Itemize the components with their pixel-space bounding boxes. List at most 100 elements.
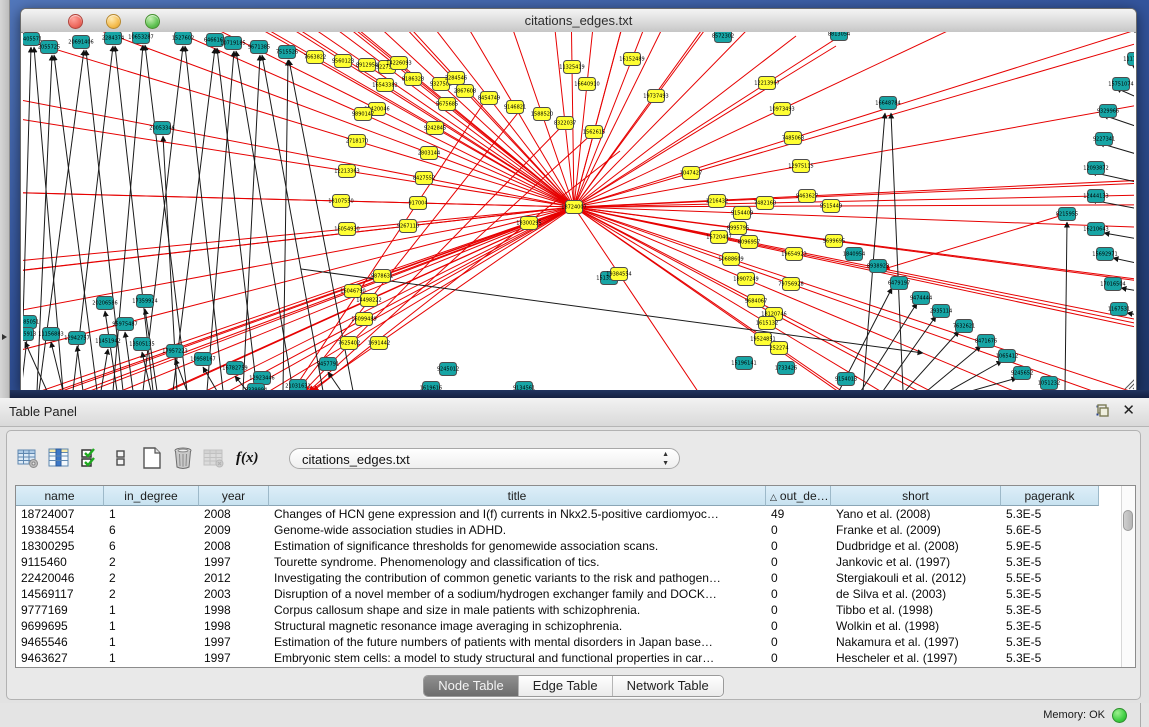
graph-node[interactable]: 9267110 [397,220,419,233]
graph-node[interactable]: 9560123 [332,55,354,68]
graph-node[interactable]: 16543382 [372,79,397,92]
table-row[interactable]: 1456911722003Disruption of a novel membe… [16,587,1099,603]
network-canvas[interactable]: 1405571205572520691406228437410653287152… [23,32,1134,390]
show-column-icon[interactable] [46,445,72,471]
graph-node[interactable]: 11173456 [1123,53,1134,66]
delete-rows-icon[interactable] [170,445,196,471]
graph-node[interactable]: 16648784 [875,97,900,110]
canvas-resize-grip[interactable] [1125,379,1134,389]
graph-node[interactable]: 8938923 [867,260,889,273]
graph-node[interactable]: 9245012 [437,363,459,376]
column-header-name[interactable]: name [16,486,104,506]
graph-node[interactable]: 20053346 [149,122,174,135]
graph-node[interactable]: 8471676 [975,335,997,348]
table-row[interactable]: 969969511998Structural magnetic resonanc… [16,619,1099,635]
scrollbar-thumb[interactable] [1123,510,1133,531]
window-titlebar[interactable]: citations_edges.txt [21,9,1136,33]
graph-node[interactable]: 7632621 [953,320,975,333]
graph-node[interactable]: 15751074 [1108,78,1133,91]
graph-node[interactable]: 7625402 [338,337,360,350]
graph-node[interactable]: 8995795 [727,222,749,235]
graph-node[interactable]: 1065412 [996,350,1018,363]
graph-node[interactable]: 9684067 [745,295,767,308]
graph-node[interactable]: 1840954 [843,248,865,261]
graph-node[interactable]: 11156883 [38,328,63,341]
table-panel-titlebar[interactable]: Table Panel ✕ [0,398,1149,427]
network-view-window[interactable]: citations_edges.txt 14055712055725206914… [20,8,1137,391]
column-header-title[interactable]: title [269,486,766,506]
graph-node[interactable]: 9146821 [504,101,526,114]
graph-node[interactable]: 2935114 [930,305,952,318]
table-selector-combobox[interactable]: citations_edges.txt ▲▼ [289,448,680,469]
graph-node[interactable]: 8454749 [478,92,500,105]
graph-node[interactable]: 1051232 [1038,377,1060,390]
graph-node[interactable]: 12444133 [1083,190,1108,203]
graph-node[interactable]: 1527602 [172,32,194,45]
new-document-icon[interactable] [139,445,165,471]
row-tools-icon[interactable] [108,445,134,471]
graph-node[interactable]: 19737493 [643,90,668,103]
graph-node[interactable]: 12975115 [788,160,813,173]
graph-node[interactable]: 2284546 [445,72,467,85]
graph-node[interactable]: 2284374 [102,32,124,45]
graph-node[interactable]: 9245652 [1011,367,1033,380]
select-all-rows-icon[interactable] [77,445,103,471]
graph-node[interactable]: 9515449 [820,200,842,213]
graph-node[interactable]: 8813054 [828,32,850,41]
graph-node[interactable]: 15720407 [706,231,731,244]
graph-node[interactable]: 9134561 [513,382,535,391]
graph-node[interactable]: 9890147 [352,108,374,121]
graph-node[interactable]: 8912954 [356,59,378,72]
graph-node[interactable]: 8322037 [554,117,576,130]
function-builder-icon[interactable]: f(x) [236,450,259,467]
graph-node[interactable]: 12093872 [1083,162,1108,175]
node-table[interactable]: namein_degreeyeartitle△out_de…shortpager… [15,485,1136,668]
graph-node[interactable]: 18907249 [733,273,758,286]
graph-node[interactable]: 79756928 [778,278,803,291]
graph-node[interactable]: 9474444 [910,292,932,305]
graph-node[interactable]: 1619616 [420,382,442,391]
graph-node[interactable]: 10653287 [128,32,153,44]
table-row[interactable]: 946554611997Estimation of the future num… [16,635,1099,651]
graph-node[interactable]: 1047427 [680,167,702,180]
control-panel-collapsed-strip[interactable] [0,0,10,398]
graph-node[interactable]: 8096957 [738,236,760,249]
graph-node[interactable]: 12213363 [334,165,359,178]
graph-node[interactable]: 9699695 [823,235,845,248]
tab-node-table[interactable]: Node Table [424,676,519,696]
tab-network-table[interactable]: Network Table [613,676,723,696]
graph-node[interactable]: 2867608 [454,85,476,98]
column-header-out_de[interactable]: △out_de… [766,486,831,506]
graph-node[interactable]: 16640910 [574,78,599,91]
table-row[interactable]: 2242004622012Investigating the contribut… [16,571,1099,587]
graph-node[interactable]: 9329966 [1097,105,1119,118]
graph-node[interactable]: 1691442 [368,337,390,350]
table-row[interactable]: 1938455462009Genome-wide association stu… [16,523,1099,539]
graph-node[interactable]: 12923446 [249,372,274,385]
float-panel-icon[interactable] [1095,404,1110,418]
graph-node[interactable]: 20691406 [68,36,93,49]
graph-node[interactable]: 2718170 [346,135,368,148]
graph-node[interactable]: 11325419 [559,61,584,74]
graph-node[interactable]: 8427552 [413,172,435,185]
column-header-year[interactable]: year [199,486,269,506]
graph-node[interactable]: 1615132 [756,317,778,330]
graph-node[interactable]: 8215955 [1056,208,1078,221]
graph-node[interactable]: 5675685 [436,98,458,111]
graph-node[interactable]: 9154409 [731,207,753,220]
graph-node[interactable]: 18107550 [328,195,353,208]
graph-node[interactable]: 2803144 [418,147,440,160]
table-row[interactable]: 1872400712008Changes of HCN gene express… [16,507,1099,523]
graph-node[interactable]: 21031631 [285,380,310,391]
graph-node[interactable]: 1167531 [1108,303,1130,316]
close-panel-icon[interactable]: ✕ [1122,403,1135,419]
graph-node[interactable]: 1562615 [583,126,605,139]
column-header-short[interactable]: short [831,486,1001,506]
graph-node[interactable]: 12213967 [754,77,779,90]
graph-node[interactable]: 7485063 [782,132,804,145]
graph-node[interactable]: 7663822 [304,51,326,64]
graph-node[interactable]: 2055725 [38,41,60,54]
graph-node[interactable]: 9878631 [371,270,393,283]
graph-node[interactable]: 1385051 [23,316,39,329]
graph-node[interactable]: 6479197 [888,277,910,290]
